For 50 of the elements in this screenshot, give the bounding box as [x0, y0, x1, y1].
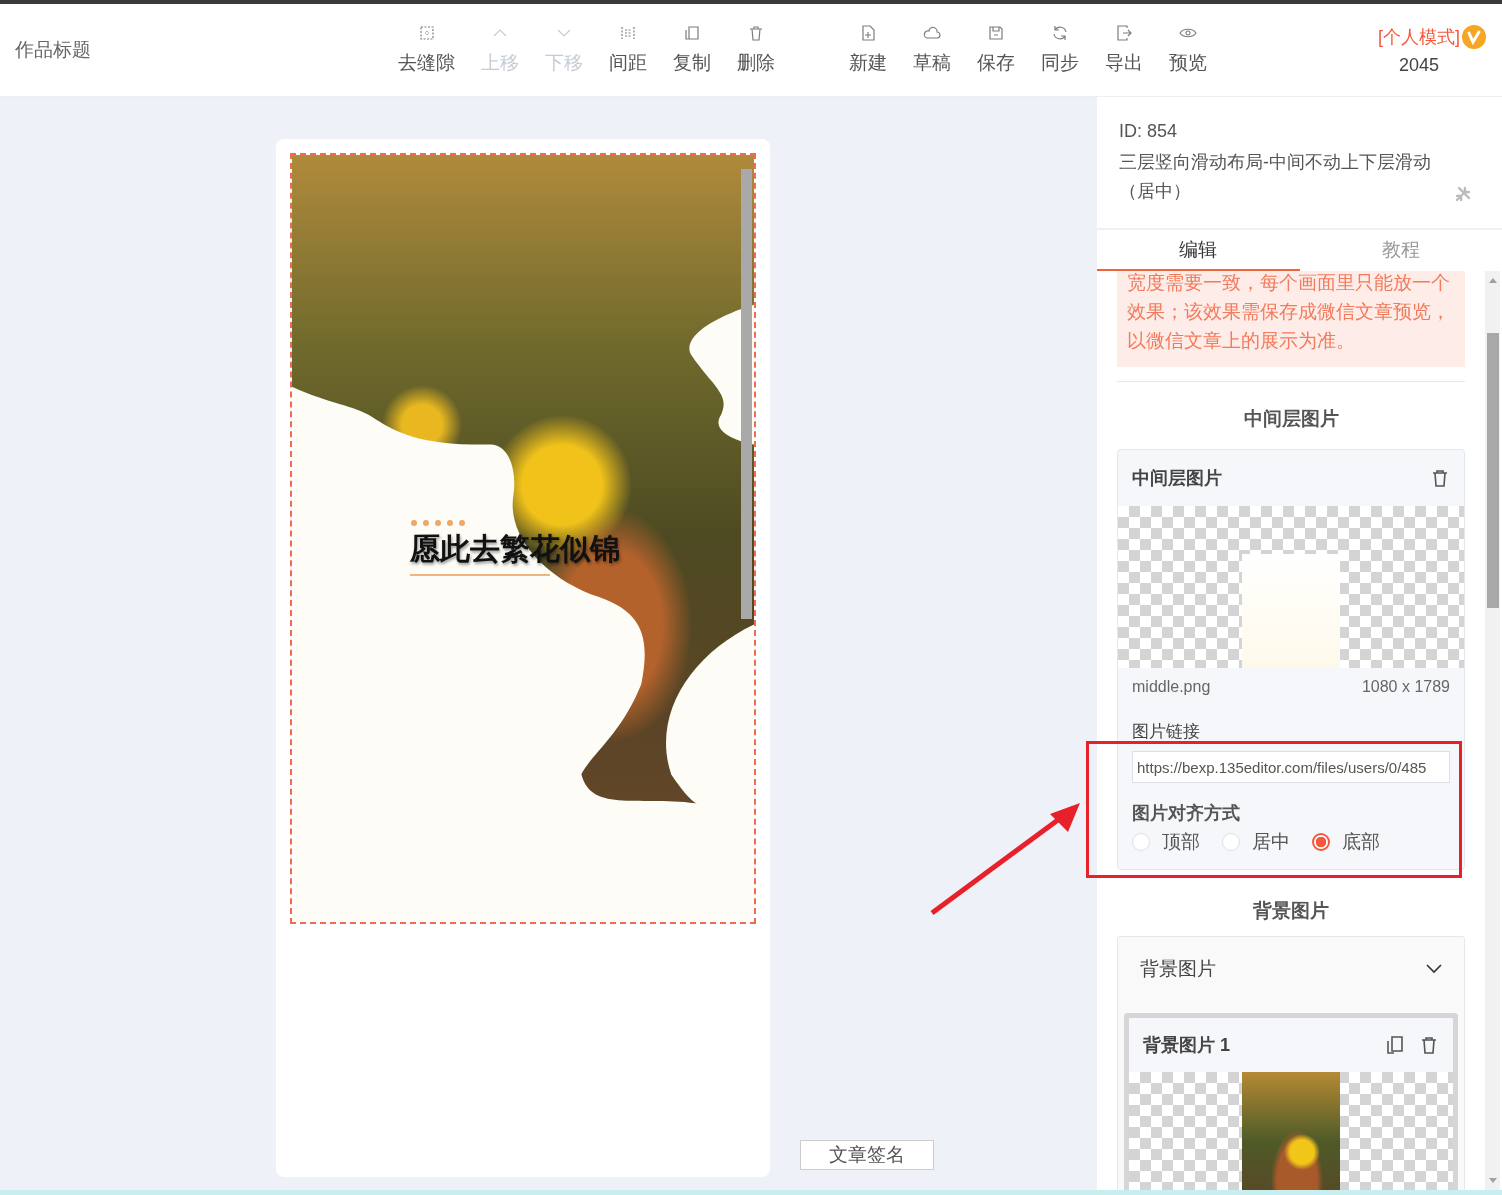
toolbar-button[interactable]: 预览 — [1163, 24, 1213, 76]
section-heading: 背景图片 — [1252, 899, 1330, 923]
toolbar-button[interactable]: 草稿 — [907, 24, 957, 76]
image-link-field[interactable]: https://bexp.135editor.com/files/users/0/485 — [1132, 751, 1450, 783]
scroll-down-icon[interactable] — [1488, 1178, 1497, 1184]
card-title: 背景图片 1 — [1143, 1034, 1230, 1057]
file-plus-icon — [859, 24, 877, 42]
trash-icon[interactable] — [1430, 468, 1450, 488]
file-name: middle.png — [1132, 678, 1211, 696]
field-label: 图片对齐方式 — [1131, 802, 1241, 825]
scroll-up-icon[interactable] — [1488, 277, 1497, 283]
copy-icon — [683, 24, 701, 42]
preview-heading: 愿此去繁花似锦 — [410, 530, 620, 568]
radio-option[interactable]: 居中 — [1222, 829, 1290, 855]
image-dimensions: 1080 x 1789 — [1361, 678, 1450, 696]
toolbar-button[interactable]: 删除 — [731, 24, 781, 76]
copy-icon[interactable] — [1385, 1035, 1405, 1055]
trash-icon[interactable] — [1419, 1035, 1439, 1055]
group-header[interactable]: 背景图片 — [1124, 937, 1458, 1001]
refresh-icon — [1051, 24, 1069, 42]
radio-option[interactable]: 底部 — [1312, 829, 1380, 855]
toolbar-button[interactable]: 导出 — [1099, 24, 1149, 76]
toolbar-button[interactable]: 同步 — [1035, 24, 1085, 76]
section-heading: 中间层图片 — [1242, 407, 1340, 431]
field-label: 图片链接 — [1131, 721, 1201, 743]
count-label: 2045 — [1398, 54, 1439, 76]
exit-icon — [1115, 24, 1133, 42]
toolbar-button[interactable]: 复制 — [667, 24, 717, 76]
dots-ornament-icon — [410, 519, 466, 527]
template-id: ID: 854 — [1119, 121, 1179, 142]
signature-button[interactable]: 文章签名 — [800, 1140, 934, 1170]
vip-badge-icon — [1462, 24, 1486, 49]
radio-option[interactable]: 顶部 — [1132, 829, 1200, 855]
toolbar-button[interactable]: 去缝隙 — [392, 24, 461, 76]
card-title: 中间层图片 — [1132, 467, 1222, 490]
scrollbar-thumb[interactable] — [1486, 333, 1499, 608]
notice-message: 宽度需要一致，每个画面里只能放一个效果；该效果需保存成微信文章预览，以微信文章上的展示为准。 — [1127, 271, 1451, 353]
save-icon — [987, 24, 1005, 42]
cloud-icon — [923, 24, 941, 42]
dotted-grid-icon — [619, 24, 637, 42]
preview-scrollbar[interactable] — [741, 169, 752, 619]
selected-section-frame[interactable]: 愿此去繁花似锦 — [290, 153, 756, 924]
panel-scrollbar[interactable] — [1485, 271, 1500, 1190]
work-title-field[interactable]: 作品标题 — [15, 37, 91, 63]
toolbar-button[interactable]: 新建 — [843, 24, 893, 76]
toolbar-button[interactable]: 保存 — [971, 24, 1021, 76]
toolbar-button[interactable]: 间距 — [603, 24, 653, 76]
template-name: 三层竖向滑动布局-中间不动上下层滑动（居中） — [1119, 151, 1432, 203]
trash-icon — [747, 24, 765, 42]
radio-button[interactable] — [1312, 833, 1330, 851]
